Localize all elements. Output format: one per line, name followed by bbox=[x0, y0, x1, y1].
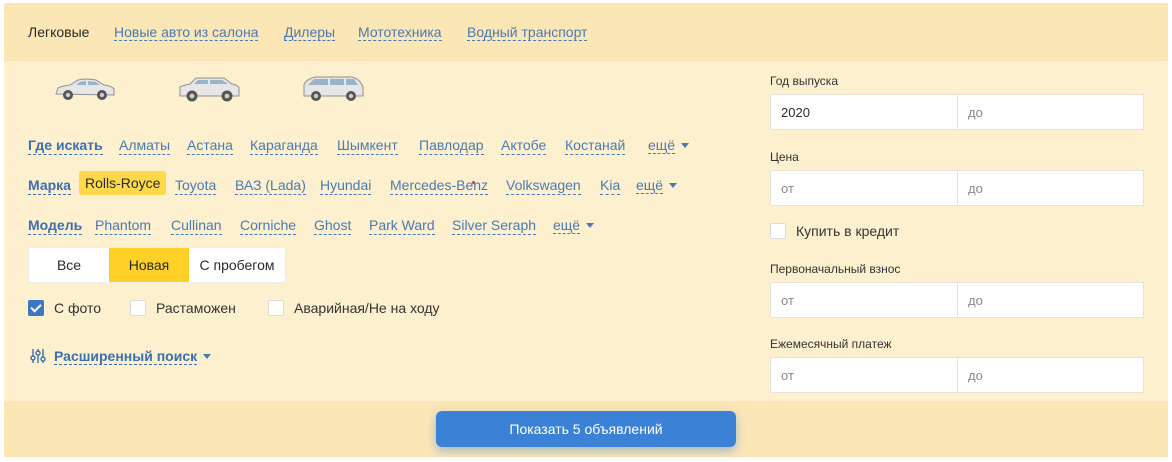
price-label: Цена bbox=[770, 150, 799, 164]
credit-checkbox[interactable]: Купить в кредит bbox=[770, 222, 899, 240]
chevron-down-icon bbox=[669, 183, 678, 188]
more-brands-label: ещё bbox=[636, 177, 664, 194]
price-range bbox=[770, 170, 1144, 206]
model-link[interactable]: Phantom bbox=[95, 216, 152, 235]
model-link[interactable]: Ghost bbox=[314, 216, 352, 235]
year-from-input[interactable] bbox=[771, 95, 957, 129]
tab-motorcycles[interactable]: Мототехника bbox=[358, 24, 442, 41]
search-widget: Легковые Новые авто из салона Дилеры Мот… bbox=[4, 3, 1168, 457]
more-cities-button[interactable]: ещё bbox=[648, 136, 690, 154]
down-payment-range bbox=[770, 282, 1144, 318]
condition-new-button[interactable]: Новая bbox=[109, 248, 189, 282]
year-label: Год выпуска bbox=[770, 74, 838, 88]
advanced-search-label: Расширенный поиск bbox=[54, 348, 198, 365]
show-results-button[interactable]: Показать 5 объявлений bbox=[436, 411, 736, 447]
down-payment-from-input[interactable] bbox=[771, 283, 957, 317]
brand-selected[interactable]: Rolls-Royce bbox=[79, 171, 167, 195]
brand-link[interactable]: ВАЗ (Lada) bbox=[235, 176, 306, 195]
advanced-search-button[interactable]: Расширенный поиск bbox=[30, 347, 212, 365]
monthly-payment-range bbox=[770, 357, 1144, 393]
condition-toggle: Все Новая С пробегом bbox=[28, 247, 286, 283]
tab-cars[interactable]: Легковые bbox=[28, 24, 89, 40]
more-models-label: ещё bbox=[553, 217, 581, 234]
checkbox-checked-icon bbox=[28, 300, 44, 316]
city-link[interactable]: Астана bbox=[187, 136, 233, 155]
brand-link[interactable]: Toyota bbox=[175, 176, 217, 195]
credit-label: Купить в кредит bbox=[796, 223, 900, 239]
chevron-down-icon bbox=[681, 143, 690, 148]
more-cities-label: ещё bbox=[648, 137, 676, 154]
filter-sliders-icon bbox=[30, 349, 46, 363]
model-label[interactable]: Модель bbox=[28, 216, 83, 235]
model-link[interactable]: Cullinan bbox=[171, 216, 222, 235]
checkbox-icon bbox=[130, 300, 146, 316]
with-photo-label: С фото bbox=[54, 300, 102, 316]
tab-water-transport[interactable]: Водный транспорт bbox=[467, 24, 588, 41]
brand-link[interactable]: Kia bbox=[600, 176, 621, 195]
brand-link[interactable]: Hyundai bbox=[320, 176, 372, 195]
city-link[interactable]: Костанай bbox=[565, 136, 626, 155]
city-link[interactable]: Караганда bbox=[250, 136, 318, 155]
down-payment-label: Первоначальный взнос bbox=[770, 262, 901, 276]
price-from-input[interactable] bbox=[771, 171, 957, 205]
with-photo-checkbox[interactable]: С фото bbox=[28, 299, 101, 317]
more-brands-button[interactable]: ещё bbox=[636, 176, 678, 194]
city-link[interactable]: Алматы bbox=[119, 136, 171, 155]
model-link[interactable]: Park Ward bbox=[369, 216, 435, 235]
category-tabs: Легковые Новые авто из салона Дилеры Мот… bbox=[4, 3, 1168, 61]
condition-used-button[interactable]: С пробегом bbox=[189, 248, 285, 282]
checkbox-icon bbox=[268, 300, 284, 316]
tab-new-cars[interactable]: Новые авто из салона bbox=[114, 24, 259, 41]
model-link[interactable]: Corniche bbox=[240, 216, 297, 235]
city-link[interactable]: Актобе bbox=[501, 136, 547, 155]
customs-cleared-checkbox[interactable]: Растаможен bbox=[130, 299, 236, 317]
monthly-to-input[interactable] bbox=[957, 358, 1143, 392]
more-models-button[interactable]: ещё bbox=[553, 216, 595, 234]
brand-link[interactable]: Mercedes-Benz bbox=[390, 176, 489, 195]
filters-panel: Где искать Алматы Астана Караганда Шымке… bbox=[4, 61, 1168, 401]
sedan-icon[interactable] bbox=[52, 74, 118, 104]
damaged-checkbox[interactable]: Аварийная/Не на ходу bbox=[268, 299, 440, 317]
down-payment-to-input[interactable] bbox=[957, 283, 1143, 317]
chevron-down-icon bbox=[586, 223, 595, 228]
condition-all-button[interactable]: Все bbox=[29, 248, 109, 282]
city-link[interactable]: Шымкент bbox=[337, 136, 398, 155]
minivan-icon[interactable] bbox=[300, 74, 366, 104]
location-label[interactable]: Где искать bbox=[28, 136, 103, 155]
brand-label[interactable]: Марка bbox=[28, 176, 71, 195]
year-to-input[interactable] bbox=[957, 95, 1143, 129]
chevron-down-icon bbox=[203, 354, 212, 359]
monthly-from-input[interactable] bbox=[771, 358, 957, 392]
customs-cleared-label: Растаможен bbox=[156, 300, 236, 316]
price-to-input[interactable] bbox=[957, 171, 1143, 205]
monthly-payment-label: Ежемесячный платеж bbox=[770, 337, 892, 351]
suv-icon[interactable] bbox=[176, 74, 242, 104]
tab-dealers[interactable]: Дилеры bbox=[284, 24, 336, 41]
damaged-label: Аварийная/Не на ходу bbox=[294, 300, 440, 316]
checkbox-icon bbox=[770, 223, 786, 239]
brand-link[interactable]: Volkswagen bbox=[506, 176, 581, 195]
model-link[interactable]: Silver Seraph bbox=[452, 216, 537, 235]
year-range bbox=[770, 94, 1144, 130]
city-link[interactable]: Павлодар bbox=[419, 136, 484, 155]
